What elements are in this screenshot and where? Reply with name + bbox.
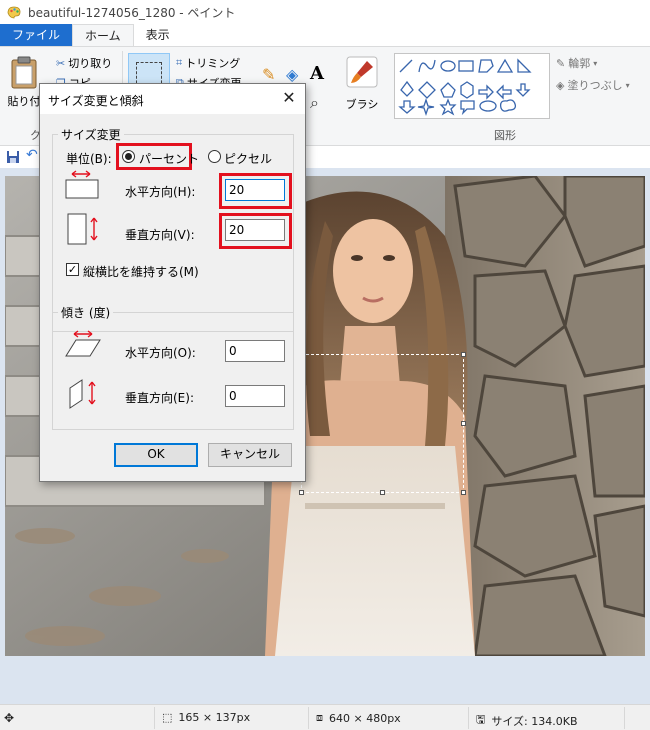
vertical-input[interactable] xyxy=(225,219,285,241)
crop-label: トリミング xyxy=(185,57,241,70)
vertical-resize-icon xyxy=(67,213,98,245)
dialog-titlebar: サイズ変更と傾斜 ✕ xyxy=(40,84,305,114)
chevron-down-icon: ▾ xyxy=(625,80,630,90)
title-bar: beautiful-1274056_1280 - ペイント xyxy=(0,0,650,24)
vertical-label: 垂直方向(V): xyxy=(125,228,195,242)
pixels-label[interactable]: ピクセル xyxy=(224,150,272,167)
status-divider xyxy=(468,707,469,729)
skew-group-label: 傾き (度) xyxy=(58,304,114,321)
selection-size-text: 165 × 137px xyxy=(178,711,251,724)
ribbon-tabs: ファイル ホーム 表示 xyxy=(0,24,650,46)
text-a-icon: A xyxy=(310,63,324,84)
scissors-icon: ✂ xyxy=(56,56,66,70)
outline-brush-icon: ✎ xyxy=(556,56,566,70)
skew-horizontal-label: 水平方向(O): xyxy=(125,346,196,360)
selection-handle[interactable] xyxy=(461,352,466,357)
dialog-title: サイズ変更と傾斜 xyxy=(48,94,144,108)
status-bar: ✥ ⬚ 165 × 137px ⧈ 640 × 480px 🖫 サイズ: 134… xyxy=(0,704,650,730)
close-icon[interactable]: ✕ xyxy=(279,88,299,108)
horizontal-input[interactable] xyxy=(225,179,285,201)
selection-handle[interactable] xyxy=(461,421,466,426)
image-size: ⧈ 640 × 480px xyxy=(316,711,401,725)
clipboard-icon xyxy=(11,56,37,89)
paint-bucket-icon: ◈ xyxy=(286,65,299,84)
magnifier-icon: ⌕ xyxy=(310,93,319,112)
resize-skew-dialog: サイズ変更と傾斜 ✕ サイズ変更 単位(B): パーセント ピクセル 水平方向(… xyxy=(39,83,306,482)
paste-button[interactable]: 貼り付 xyxy=(4,55,44,109)
cut-label: 切り取り xyxy=(68,57,113,70)
undo-icon[interactable]: ↶ xyxy=(26,147,38,163)
selection-size-icon: ⬚ xyxy=(162,711,173,724)
fill-label: 塗りつぶし xyxy=(567,79,623,92)
window-title: beautiful-1274056_1280 - ペイント xyxy=(28,5,236,20)
save-icon[interactable] xyxy=(6,150,20,164)
horizontal-resize-icon xyxy=(65,170,99,199)
outline-label: 輪郭 xyxy=(568,57,591,70)
paint-app-icon xyxy=(7,6,21,19)
disk-icon: 🖫 xyxy=(476,713,486,726)
percent-radio[interactable] xyxy=(122,150,135,163)
unit-label: 単位(B): xyxy=(66,152,112,166)
magnifier-tool[interactable]: ⌕ xyxy=(310,93,319,113)
status-divider xyxy=(308,707,309,729)
cut-button[interactable]: ✂ 切り取り xyxy=(56,55,112,71)
keep-ratio-checkbox[interactable]: ✓ xyxy=(66,263,79,276)
chevron-down-icon: ▾ xyxy=(593,58,598,68)
crop-icon: ⌗ xyxy=(176,56,183,69)
brush-icon xyxy=(346,56,378,88)
pencil-tool[interactable]: ✎ xyxy=(262,65,275,84)
brushes-label: ブラシ xyxy=(345,98,379,111)
ok-button[interactable]: OK xyxy=(114,443,198,467)
horizontal-skew-icon xyxy=(65,330,101,357)
file-size: 🖫 サイズ: 134.0KB xyxy=(476,711,578,730)
skew-vertical-label: 垂直方向(E): xyxy=(125,391,194,405)
cursor-position: ✥ xyxy=(4,711,14,725)
crop-button[interactable]: ⌗ トリミング xyxy=(176,55,240,71)
image-size-icon: ⧈ xyxy=(316,711,323,724)
selection-rectangle[interactable] xyxy=(299,352,466,495)
image-size-text: 640 × 480px xyxy=(329,711,401,725)
horizontal-label: 水平方向(H): xyxy=(125,185,196,199)
percent-label[interactable]: パーセント xyxy=(139,150,199,167)
text-tool[interactable]: A xyxy=(310,63,324,84)
skew-vertical-input[interactable] xyxy=(225,385,285,407)
status-divider xyxy=(624,707,625,729)
shapes-icons xyxy=(398,58,532,117)
fill-dropdown[interactable]: ◈ 塗りつぶし ▾ xyxy=(556,77,630,93)
resize-group-label: サイズ変更 xyxy=(58,126,124,143)
brushes-button[interactable]: ブラシ xyxy=(340,55,384,112)
keep-ratio-label[interactable]: 縦横比を維持する(M) xyxy=(83,263,199,280)
selection-handle[interactable] xyxy=(461,490,466,495)
pixels-radio[interactable] xyxy=(208,150,221,163)
paste-label: 貼り付 xyxy=(7,95,41,108)
selection-handle[interactable] xyxy=(380,490,385,495)
tab-file[interactable]: ファイル xyxy=(0,24,73,46)
fill-tool[interactable]: ◈ xyxy=(286,65,298,84)
selection-size: ⬚ 165 × 137px xyxy=(162,711,250,724)
move-cursor-icon: ✥ xyxy=(4,711,15,725)
pencil-icon: ✎ xyxy=(262,65,276,84)
shapes-group-label: 図形 xyxy=(494,129,516,142)
tab-view[interactable]: 表示 xyxy=(134,24,182,46)
vertical-skew-icon xyxy=(69,379,96,409)
cancel-button[interactable]: キャンセル xyxy=(208,443,292,467)
shapes-gallery[interactable] xyxy=(394,53,550,119)
fill-bucket-icon: ◈ xyxy=(556,78,565,92)
selection-handle[interactable] xyxy=(299,490,304,495)
status-divider xyxy=(154,707,155,729)
file-size-text: サイズ: 134.0KB xyxy=(491,714,578,728)
tab-home[interactable]: ホーム xyxy=(72,24,134,46)
outline-dropdown[interactable]: ✎ 輪郭 ▾ xyxy=(556,55,597,71)
skew-horizontal-input[interactable] xyxy=(225,340,285,362)
